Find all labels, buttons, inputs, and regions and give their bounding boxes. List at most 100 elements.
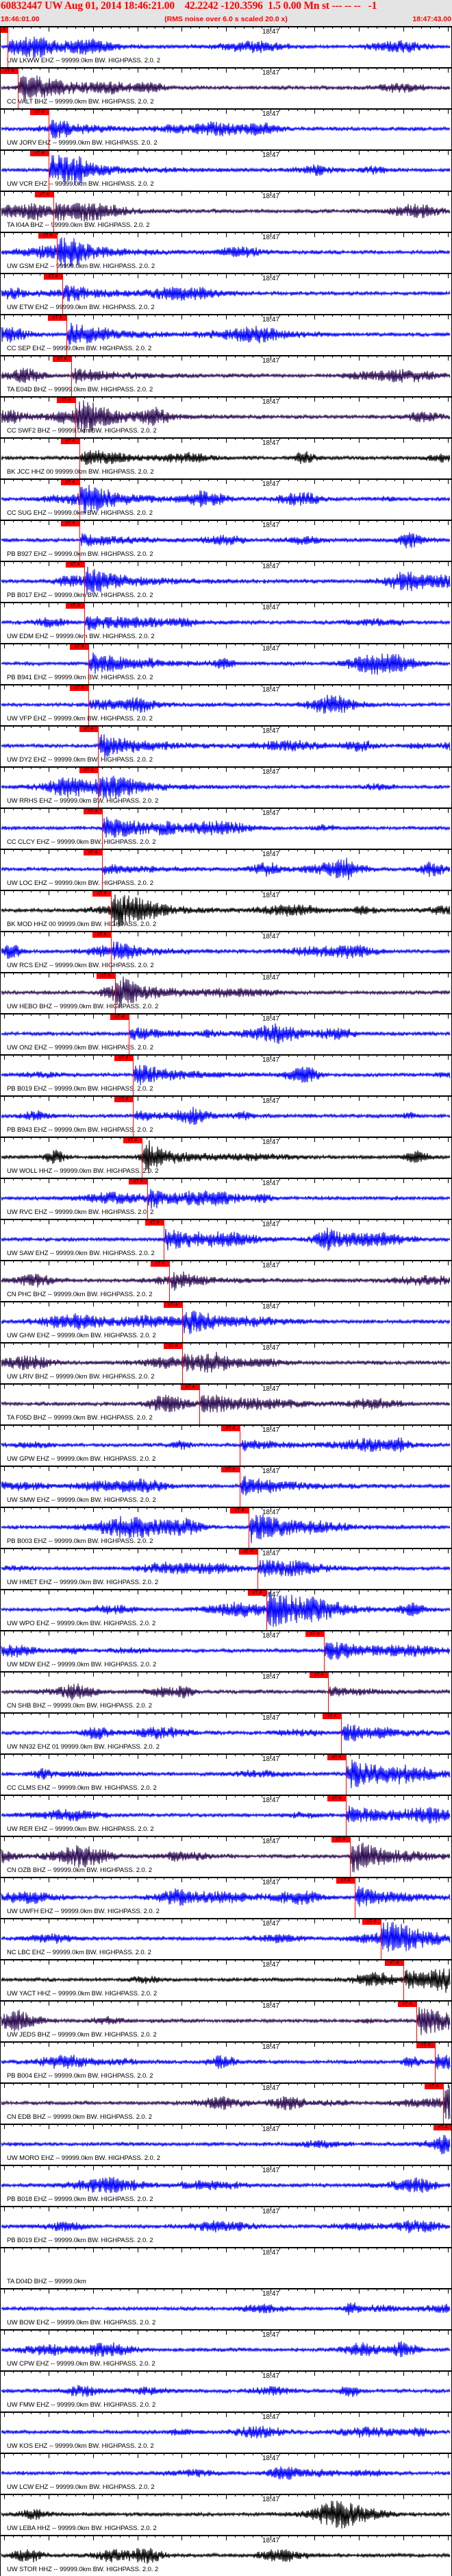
pick-marker[interactable]: xT 4: [114, 1097, 133, 1102]
waveform: [1, 322, 451, 345]
end-time: 18:47:43.00: [412, 15, 451, 23]
trace-row: 18:47 NC LBC EHZ -- 99999.0km BW. HIGHPAS…: [0, 1918, 452, 1959]
pick-marker[interactable]: xT 4: [38, 233, 57, 239]
pick-marker[interactable]: xT 4: [425, 2084, 443, 2089]
pick-marker[interactable]: xT 4: [30, 110, 49, 115]
trace-label: UW LRIV BHZ -- 99999.0km BW. HIGHPASS. 2…: [7, 1373, 155, 1381]
trace-label: UW YACT HHZ -- 99999.0km BW. HIGHPASS. 2…: [7, 1990, 158, 1997]
minute-label: 18:47: [262, 686, 280, 694]
minute-label: 18:47: [262, 69, 280, 77]
pick-marker[interactable]: xT 4: [221, 1467, 240, 1472]
pick-marker[interactable]: xT 4: [61, 439, 79, 444]
pick-marker[interactable]: xT 4: [30, 151, 49, 156]
waveform: [1, 36, 451, 58]
pick-marker[interactable]: xT 4: [305, 1631, 324, 1637]
pick-marker[interactable]: xT 4: [336, 1878, 355, 1884]
trace-label: NC LBC EHZ -- 99999.0km BW. HIGHPASS. 2.…: [7, 1949, 151, 1956]
pick-marker[interactable]: xT 4: [53, 356, 71, 362]
pick-marker[interactable]: xT 4: [398, 2002, 416, 2007]
pick-line: [84, 562, 85, 602]
start-time: 18:46:01.00: [1, 15, 40, 23]
pick-line: [115, 973, 116, 1013]
pick-marker[interactable]: xT 4: [416, 2043, 435, 2048]
trace-row: 18:47 UW VCR EHZ -- 99999.0km BW. HIGHPAS…: [0, 149, 452, 191]
trace-label: UW RER EHZ -- 99999.0km BW. HIGHPASS. 2.…: [7, 1825, 154, 1833]
pick-marker[interactable]: xT 4: [92, 932, 111, 938]
minute-label: 18:47: [262, 1344, 280, 1352]
minute-label: 18:47: [262, 481, 280, 488]
pick-marker[interactable]: xT 4: [61, 521, 79, 526]
pick-marker[interactable]: xT 4: [129, 1179, 147, 1184]
minute-label: 18:47: [262, 974, 280, 982]
pick-marker[interactable]: xT 4: [123, 1138, 142, 1143]
minute-label: 18:47: [262, 522, 280, 529]
pick-marker[interactable]: xT 4: [145, 1220, 164, 1226]
pick-marker[interactable]: xT 4: [44, 274, 62, 280]
trace-row: 18:47 UW EDM EHZ -- 99999.0km BW. HIGHPAS…: [0, 602, 452, 643]
pick-marker[interactable]: xT 4: [110, 1014, 129, 1020]
pick-marker[interactable]: xT 4: [323, 1714, 341, 1719]
trace-label: CC CLMS EHZ -- 99999.0km BW. HIGHPASS. 2…: [7, 1784, 157, 1792]
trace-label: UW DY2 EHZ -- 99999.0km BW. HIGHPASS. 2.…: [7, 756, 153, 764]
pick-marker[interactable]: xT 4: [92, 891, 111, 897]
pick-marker[interactable]: xT 4: [221, 1426, 240, 1431]
pick-marker[interactable]: xT 4: [164, 1344, 182, 1349]
waveform: [1, 367, 451, 384]
waveform: [1, 2220, 451, 2233]
trace-row: 18:47 CC SEP EHZ -- 99999.0km BW. HIGHPAS…: [0, 314, 452, 355]
pick-marker[interactable]: xT 4: [79, 727, 98, 732]
pick-marker[interactable]: xT 4: [84, 809, 102, 814]
minute-label: 18:47: [262, 151, 280, 159]
pick-marker[interactable]: xT 4: [151, 1261, 169, 1267]
minute-label: 18:47: [262, 2208, 280, 2215]
pick-marker[interactable]: xT 4: [0, 69, 18, 74]
trace-label: UW RRHS EHZ -- 99999.0km BW. HIGHPASS. 2…: [7, 797, 159, 805]
trace-label: UW BOW EHZ -- 99999.0km BW. HIGHPASS. 2.…: [7, 2319, 156, 2326]
pick-marker[interactable]: xT 4: [114, 1056, 133, 1061]
trace-label: UW VFP EHZ -- 99999.0km BW. HIGHPASS. 2.…: [7, 715, 153, 722]
minute-label: 18:47: [262, 1468, 280, 1475]
trace-label: UW ON2 EHZ -- 99999.0km BW. HIGHPASS. 2.…: [7, 1044, 153, 1052]
waveform: [1, 734, 451, 757]
pick-marker[interactable]: xT 4: [362, 1919, 381, 1925]
waveform: [1, 1968, 451, 1993]
waveform: [1, 1683, 451, 1701]
pick-marker[interactable]: xT 4: [70, 685, 88, 691]
pick-marker[interactable]: xT 4: [70, 644, 88, 650]
pick-marker[interactable]: xT 4: [66, 603, 84, 609]
pick-marker[interactable]: xT 4: [97, 973, 115, 979]
waveform: [1, 566, 451, 595]
waveform: [1, 2176, 451, 2194]
minute-label: 18:47: [262, 1262, 280, 1269]
pick-marker[interactable]: xT 4: [434, 2125, 452, 2130]
trace-row: 18:47 PB B003 EHZ -- 99999.0km BW. HIGHPA…: [0, 1507, 452, 1548]
pick-marker[interactable]: xT 4: [230, 1508, 249, 1514]
pick-marker[interactable]: xT 4: [239, 1549, 258, 1555]
trace-label: PB B018 EHZ -- 99999.0km BW. HIGHPASS. 2…: [7, 2196, 153, 2203]
pick-marker[interactable]: xT 4: [385, 1960, 403, 1966]
pick-line: [133, 1056, 134, 1095]
minute-label: 18:47: [262, 1879, 280, 1886]
pick-marker[interactable]: xT 4: [327, 1755, 346, 1760]
trace-row: 18:47 UW WPO EHZ -- 99999.0km BW. HIGHPAS…: [0, 1589, 452, 1630]
waveform: [1, 816, 451, 838]
pick-marker[interactable]: xT 4: [57, 398, 75, 403]
waveform: [1, 1437, 451, 1453]
pick-marker[interactable]: xT 4: [181, 1385, 199, 1390]
minute-label: 18:47: [262, 851, 280, 858]
pick-marker[interactable]: xT 4: [66, 562, 84, 568]
pick-marker[interactable]: xT 4: [79, 768, 98, 773]
trace-row: 18:47 UW LEBA HHZ -- 99999.0km BW. HIGHPA…: [0, 2494, 452, 2535]
pick-marker[interactable]: xT 4: [164, 1302, 182, 1308]
pick-marker[interactable]: xT 4: [35, 192, 53, 197]
pick-marker[interactable]: xT 4: [327, 1796, 346, 1801]
pick-marker[interactable]: xT 4: [310, 1673, 328, 1678]
trace-label: CC SEP EHZ -- 99999.0km BW. HIGHPASS. 2.…: [7, 345, 152, 352]
minute-label: 18:47: [262, 1797, 280, 1804]
pick-marker[interactable]: xT 4: [48, 315, 66, 321]
pick-marker[interactable]: xT 4: [331, 1837, 350, 1843]
pick-marker[interactable]: xT 4: [84, 850, 102, 855]
pick-marker[interactable]: xT 4: [61, 480, 79, 485]
pick-marker[interactable]: xT 4: [248, 1590, 266, 1596]
pick-line: [79, 480, 80, 520]
